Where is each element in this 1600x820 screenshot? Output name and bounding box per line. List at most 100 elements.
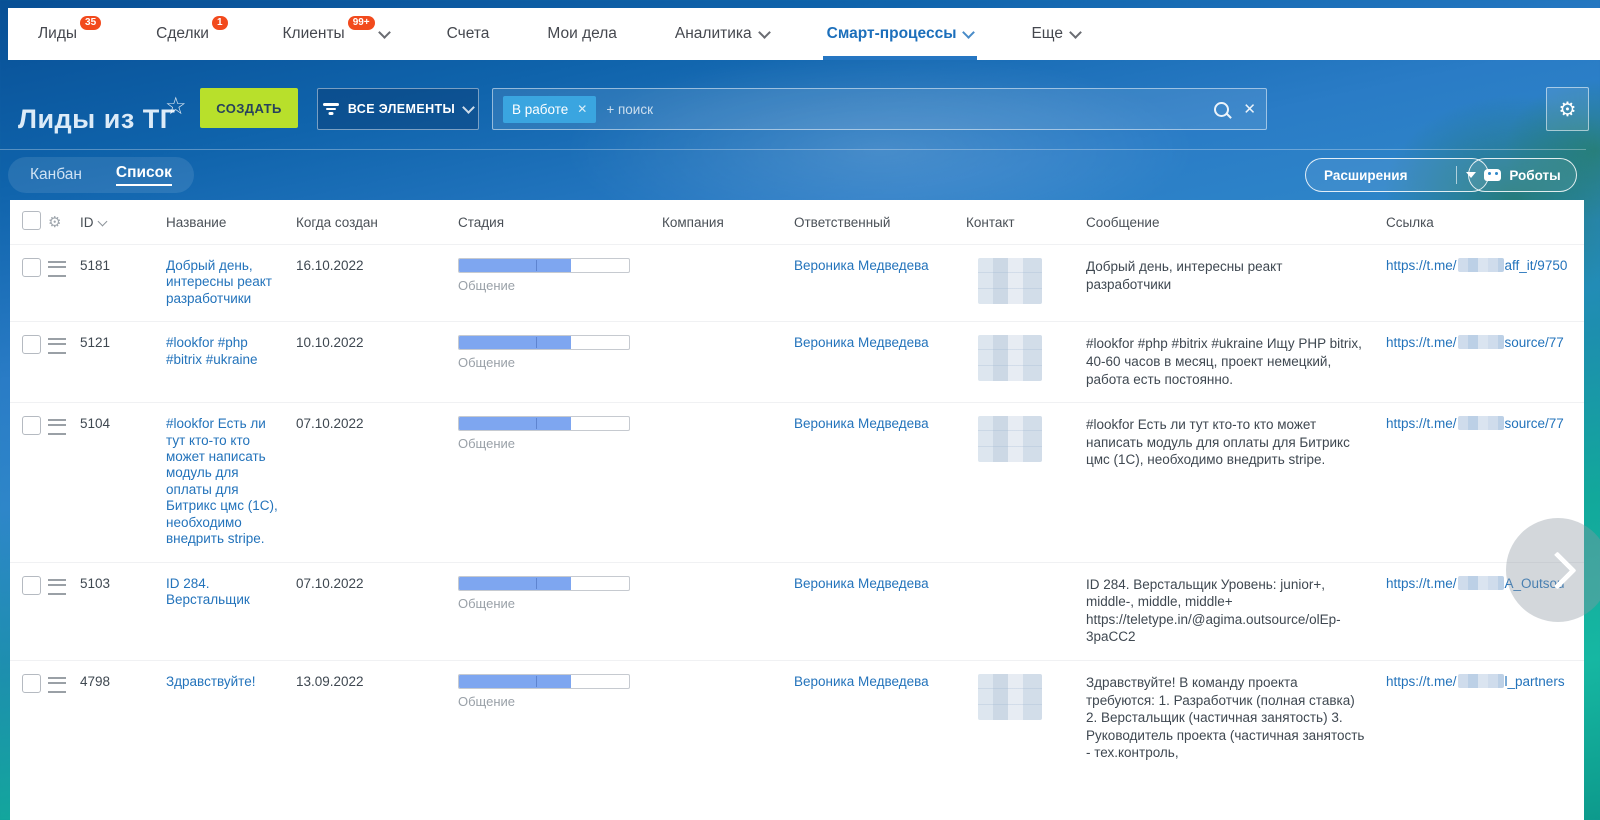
search-clear-icon[interactable]: ✕ [1243, 100, 1256, 118]
column-header-contact[interactable]: Контакт [966, 215, 1086, 230]
row-menu-icon[interactable] [48, 419, 66, 435]
row-menu-icon[interactable] [48, 579, 66, 595]
column-header-responsible[interactable]: Ответственный [794, 215, 966, 230]
column-header-message[interactable]: Сообщение [1086, 215, 1386, 230]
row-telegram-link[interactable]: https://t.me/source/77 [1386, 335, 1564, 350]
tab-kanban[interactable]: Канбан [30, 166, 82, 184]
nav-item-leads[interactable]: Лиды 35 [38, 8, 98, 60]
nav-item-more[interactable]: Еще [1031, 8, 1080, 60]
column-header-name[interactable]: Название [166, 215, 296, 230]
row-message: #lookfor Есть ли тут кто-то кто может на… [1086, 416, 1386, 469]
row-responsible-link[interactable]: Вероника Медведева [794, 674, 929, 689]
nav-item-deals[interactable]: Сделки 1 [156, 8, 224, 60]
row-menu-icon[interactable] [48, 677, 66, 693]
row-created-date: 10.10.2022 [296, 335, 458, 350]
stage-label: Общение [458, 436, 650, 451]
row-telegram-link[interactable]: https://t.me/l_partners [1386, 674, 1565, 689]
row-name-link[interactable]: Здравствуйте! [166, 674, 255, 689]
view-tabs: Канбан Список [8, 157, 194, 193]
nav-item-clients[interactable]: Клиенты 99+ [283, 8, 389, 60]
stage-progress-bar [458, 674, 630, 689]
deals-badge: 1 [212, 16, 228, 30]
row-checkbox[interactable] [22, 258, 41, 277]
nav-item-invoices[interactable]: Счета [447, 8, 490, 60]
column-header-link[interactable]: Ссылка [1386, 215, 1584, 230]
row-message: ID 284. Верстальщик Уровень: junior+, mi… [1086, 576, 1386, 646]
row-checkbox[interactable] [22, 674, 41, 693]
link-blur [1458, 416, 1504, 430]
stage-label: Общение [458, 355, 650, 370]
row-name-link[interactable]: #lookfor #php #bitrix #ukraine [166, 335, 258, 366]
stage-bar-fill [459, 675, 571, 688]
next-page-button[interactable] [1506, 518, 1600, 622]
select-all-checkbox[interactable] [22, 211, 41, 230]
row-checkbox[interactable] [22, 335, 41, 354]
row-menu-icon[interactable] [48, 261, 66, 277]
row-responsible-link[interactable]: Вероника Медведева [794, 258, 929, 273]
filter-chip-in-progress[interactable]: В работе ✕ [503, 96, 596, 123]
row-message: #lookfor #php #bitrix #ukraine Ищу PHP b… [1086, 335, 1386, 388]
row-id: 5121 [80, 335, 166, 350]
create-button[interactable]: СОЗДАТЬ [200, 88, 298, 128]
stage-label: Общение [458, 596, 650, 611]
link-blur [1458, 674, 1504, 688]
extensions-button[interactable]: Расширения [1305, 158, 1489, 192]
row-name-link[interactable]: ID 284. Верстальщик [166, 576, 250, 607]
contact-blur [978, 258, 1042, 304]
column-header-company[interactable]: Компания [662, 215, 794, 230]
stage-progress-bar [458, 576, 630, 591]
row-id: 5103 [80, 576, 166, 591]
contact-blur [978, 416, 1042, 462]
robot-icon [1484, 169, 1501, 181]
chevron-down-icon [963, 26, 976, 39]
table-row: 5104 #lookfor Есть ли тут кто-то кто мож… [10, 402, 1584, 562]
row-checkbox[interactable] [22, 416, 41, 435]
row-name-link[interactable]: Добрый день, интересны реакт разработчик… [166, 258, 272, 306]
table-row: 5181 Добрый день, интересны реакт разраб… [10, 244, 1584, 321]
robots-button[interactable]: Роботы [1468, 158, 1577, 192]
clients-badge: 99+ [348, 16, 375, 30]
search-bar[interactable]: В работе ✕ + поиск ✕ [492, 88, 1267, 130]
nav-item-my-tasks[interactable]: Мои дела [547, 8, 617, 60]
row-telegram-link[interactable]: https://t.me/source/77 [1386, 416, 1564, 431]
stage-bar-fill [459, 336, 571, 349]
search-icon[interactable] [1214, 102, 1229, 117]
gear-icon: ⚙ [1559, 97, 1577, 122]
row-message: Добрый день, интересны реакт разработчик… [1086, 258, 1386, 293]
column-header-id[interactable]: ID [80, 215, 166, 230]
tab-list[interactable]: Список [116, 164, 172, 186]
row-message: Здравствуйте! В команду проекта требуютс… [1086, 674, 1386, 762]
table-row: 5121 #lookfor #php #bitrix #ukraine 10.1… [10, 321, 1584, 402]
chip-close-icon[interactable]: ✕ [577, 102, 587, 116]
row-responsible-link[interactable]: Вероника Медведева [794, 335, 929, 350]
row-checkbox[interactable] [22, 576, 41, 595]
column-header-created[interactable]: Когда создан [296, 215, 458, 230]
nav-item-analytics[interactable]: Аналитика [675, 8, 769, 60]
table-row: 4798 Здравствуйте! 13.09.2022 Общение Ве… [10, 660, 1584, 776]
row-id: 5104 [80, 416, 166, 431]
chevron-down-icon [462, 101, 475, 114]
contact-blur [978, 674, 1042, 720]
search-input[interactable]: + поиск [606, 102, 1214, 117]
contact-blur [978, 335, 1042, 381]
stage-label: Общение [458, 278, 650, 293]
table-settings-gear-icon[interactable]: ⚙ [48, 214, 61, 231]
row-telegram-link[interactable]: https://t.me/aff_it/9750 [1386, 258, 1567, 273]
table-body: 5181 Добрый день, интересны реакт разраб… [10, 244, 1584, 776]
link-blur [1458, 576, 1504, 590]
all-elements-filter-button[interactable]: ВСЕ ЭЛЕМЕНТЫ [317, 88, 479, 130]
link-blur [1458, 335, 1504, 349]
row-created-date: 07.10.2022 [296, 576, 458, 591]
chevron-down-icon [758, 26, 771, 39]
leads-badge: 35 [80, 16, 101, 30]
favorite-star-icon[interactable]: ☆ [165, 92, 187, 121]
row-created-date: 07.10.2022 [296, 416, 458, 431]
column-header-stage[interactable]: Стадия [458, 215, 662, 230]
row-responsible-link[interactable]: Вероника Медведева [794, 576, 929, 591]
nav-item-smart-processes[interactable]: Смарт-процессы [827, 8, 974, 60]
row-menu-icon[interactable] [48, 338, 66, 354]
settings-gear-button[interactable]: ⚙ [1546, 87, 1589, 131]
link-blur [1458, 258, 1504, 272]
row-responsible-link[interactable]: Вероника Медведева [794, 416, 929, 431]
row-name-link[interactable]: #lookfor Есть ли тут кто-то кто может на… [166, 416, 278, 546]
